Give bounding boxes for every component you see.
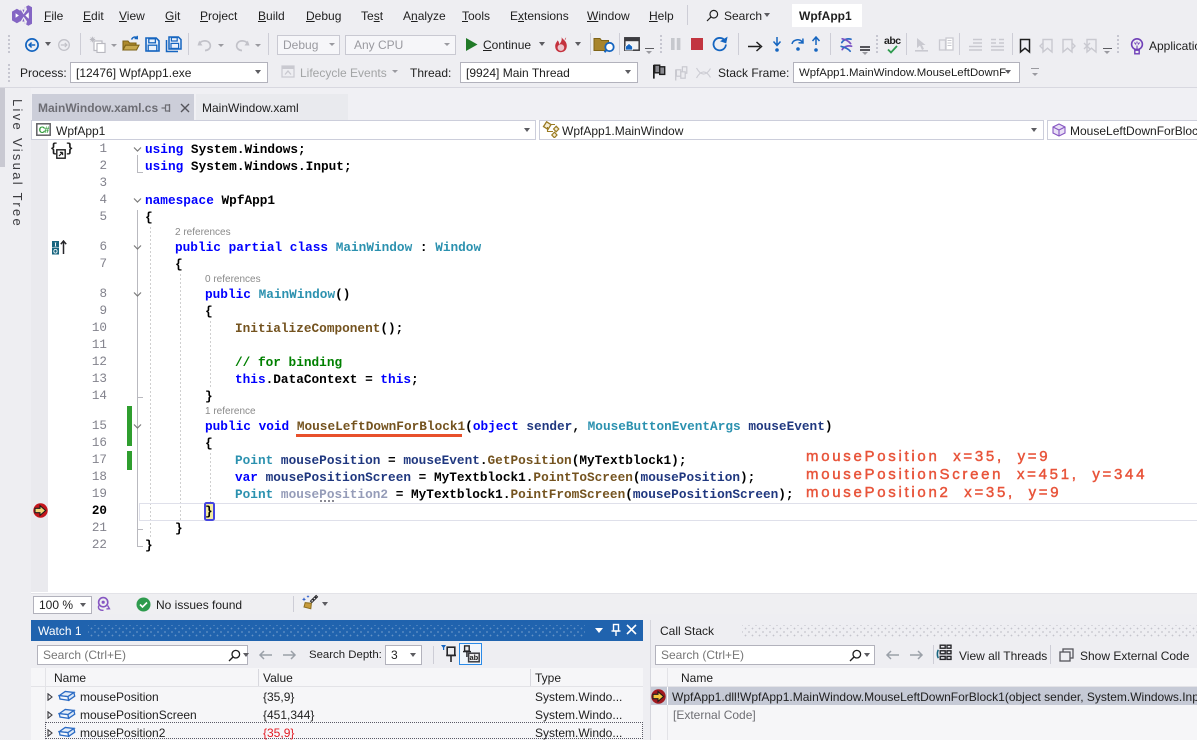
svg-text:ab: ab	[470, 653, 479, 662]
svg-text:C#: C#	[39, 125, 49, 135]
